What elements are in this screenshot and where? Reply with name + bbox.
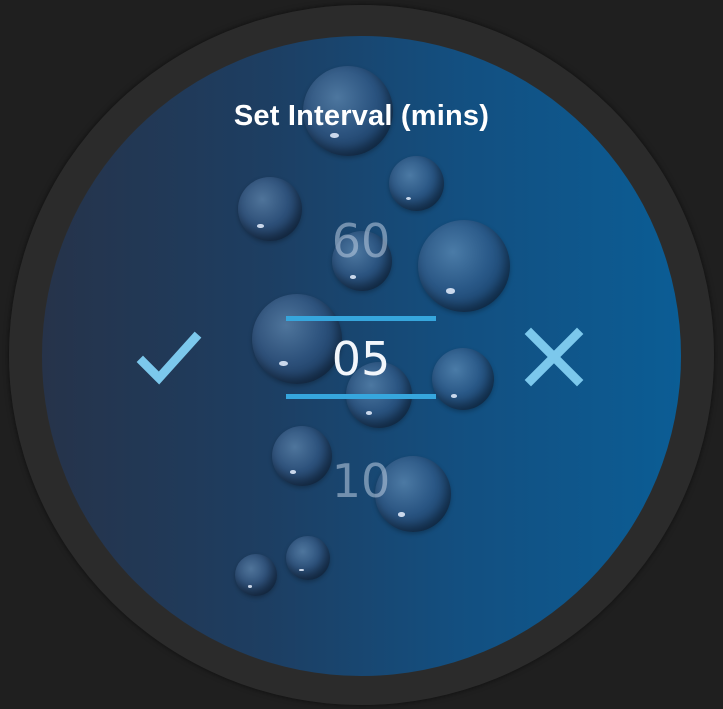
bubble-decoration	[235, 554, 277, 596]
confirm-button[interactable]	[135, 322, 205, 392]
cancel-button[interactable]	[519, 322, 589, 392]
dialog-title: Set Interval (mins)	[233, 100, 490, 132]
picker-top-divider	[286, 316, 436, 321]
bubble-decoration	[389, 156, 444, 211]
close-icon	[524, 327, 584, 387]
bubble-decoration	[432, 348, 494, 410]
bubble-decoration	[286, 536, 330, 580]
watch-frame: Set Interval (mins) 60 05 10	[0, 0, 723, 709]
picker-bottom-divider	[286, 394, 436, 399]
checkmark-icon	[136, 331, 202, 385]
picker-next-value[interactable]: 10	[286, 454, 436, 508]
picker-selected-value[interactable]: 05	[286, 332, 436, 386]
picker-previous-value[interactable]: 60	[286, 214, 436, 268]
